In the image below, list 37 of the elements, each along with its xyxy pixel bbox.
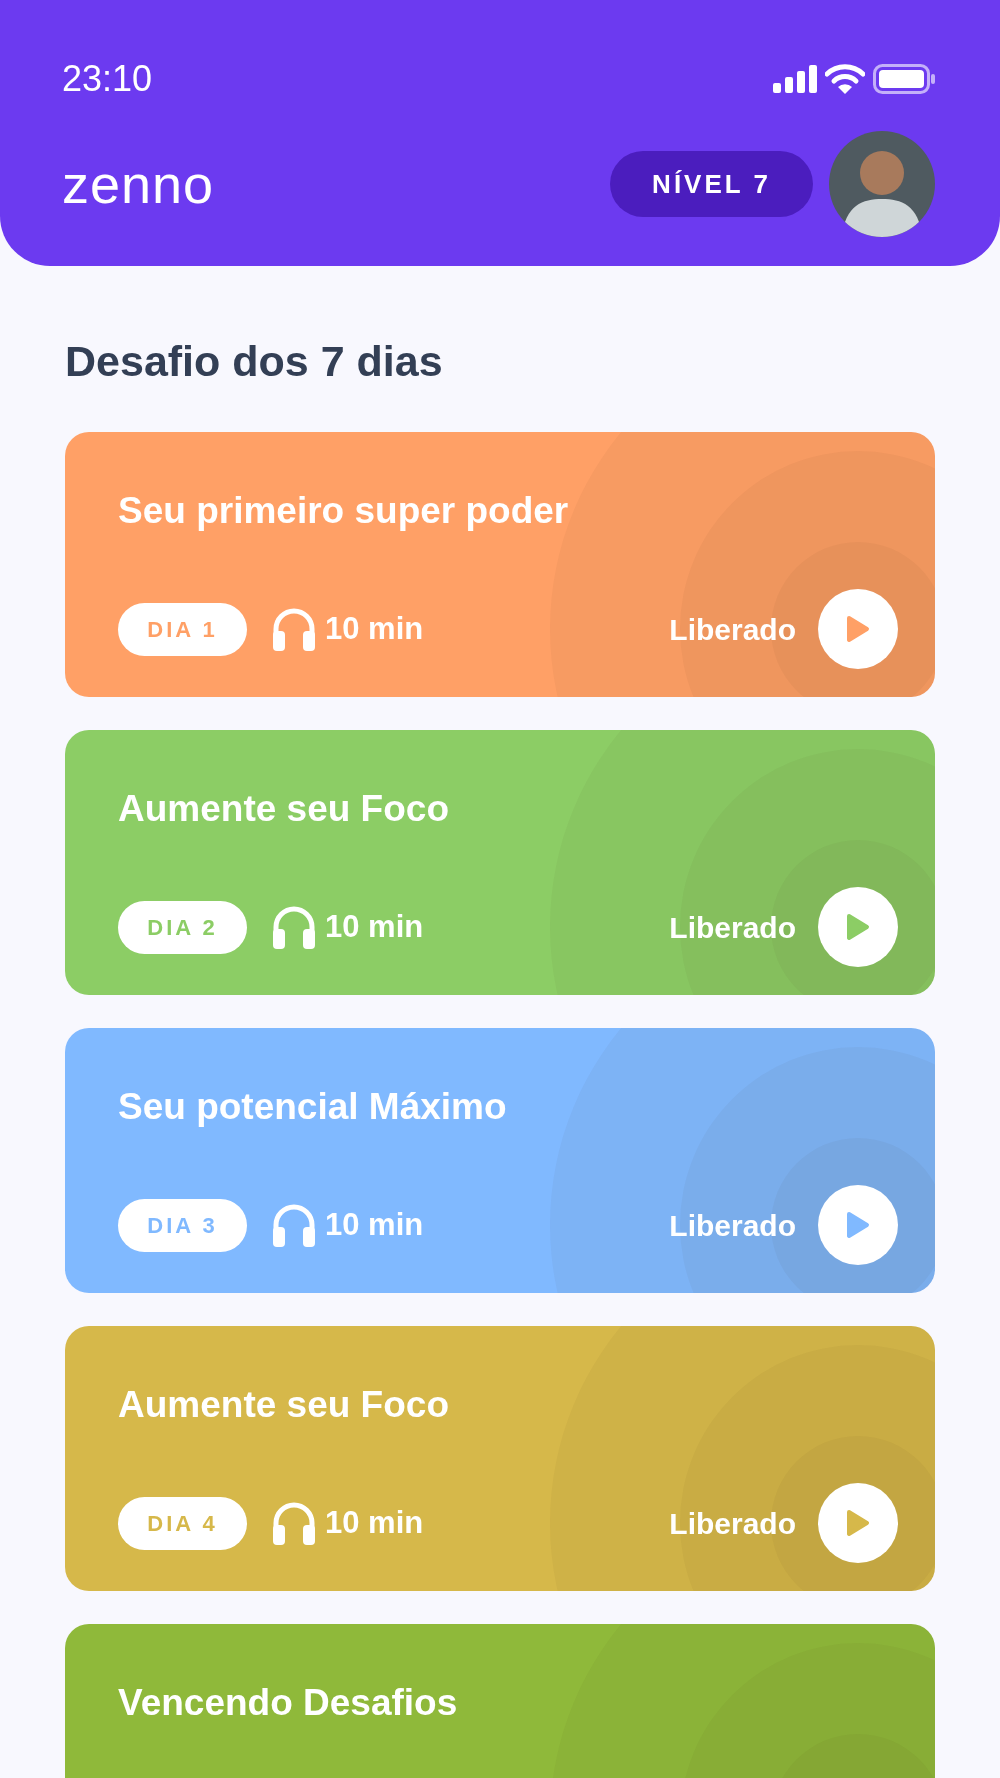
day-tag: DIA 3	[118, 1198, 247, 1252]
wifi-icon	[825, 64, 865, 94]
play-icon	[846, 1211, 870, 1239]
play-icon	[846, 913, 870, 941]
challenge-card[interactable]: Aumente seu Foco DIA 2 10 min Liberado	[65, 730, 935, 995]
headphones-icon	[271, 607, 317, 651]
section-title: Desafio dos 7 dias	[65, 336, 444, 387]
card-title: Vencendo Desafios	[118, 1681, 459, 1724]
level-badge[interactable]: NÍVEL 7	[610, 151, 813, 217]
card-title: Seu primeiro super poder	[118, 489, 570, 532]
headphones-icon	[271, 1501, 317, 1545]
logo: zenno	[62, 157, 215, 211]
play-icon	[846, 1509, 870, 1537]
card-title: Aumente seu Foco	[118, 787, 450, 830]
battery-icon	[873, 64, 935, 94]
duration-label: 10 min	[325, 907, 424, 946]
challenge-card[interactable]: Seu primeiro super poder DIA 1 10 min Liberado	[65, 432, 935, 697]
play-icon	[846, 615, 870, 643]
status-time: 23:10	[62, 57, 153, 101]
status-label: Liberado	[669, 909, 796, 946]
day-tag: DIA 4	[118, 1496, 247, 1550]
challenge-card[interactable]: Vencendo Desafios	[65, 1624, 935, 1778]
day-tag: DIA 2	[118, 900, 247, 954]
status-label: Liberado	[669, 1505, 796, 1542]
headphones-icon	[271, 1203, 317, 1247]
challenge-card[interactable]: Seu potencial Máximo DIA 3 10 min Liberado	[65, 1028, 935, 1293]
status-label: Liberado	[669, 1207, 796, 1244]
card-title: Aumente seu Foco	[118, 1383, 450, 1426]
headphones-icon	[271, 905, 317, 949]
signal-icon	[773, 65, 817, 93]
challenge-card[interactable]: Aumente seu Foco DIA 4 10 min Liberado	[65, 1326, 935, 1591]
day-tag: DIA 1	[118, 602, 247, 656]
duration-label: 10 min	[325, 1205, 424, 1244]
duration-label: 10 min	[325, 609, 424, 648]
card-title: Seu potencial Máximo	[118, 1085, 508, 1128]
duration-label: 10 min	[325, 1503, 424, 1542]
status-label: Liberado	[669, 611, 796, 648]
